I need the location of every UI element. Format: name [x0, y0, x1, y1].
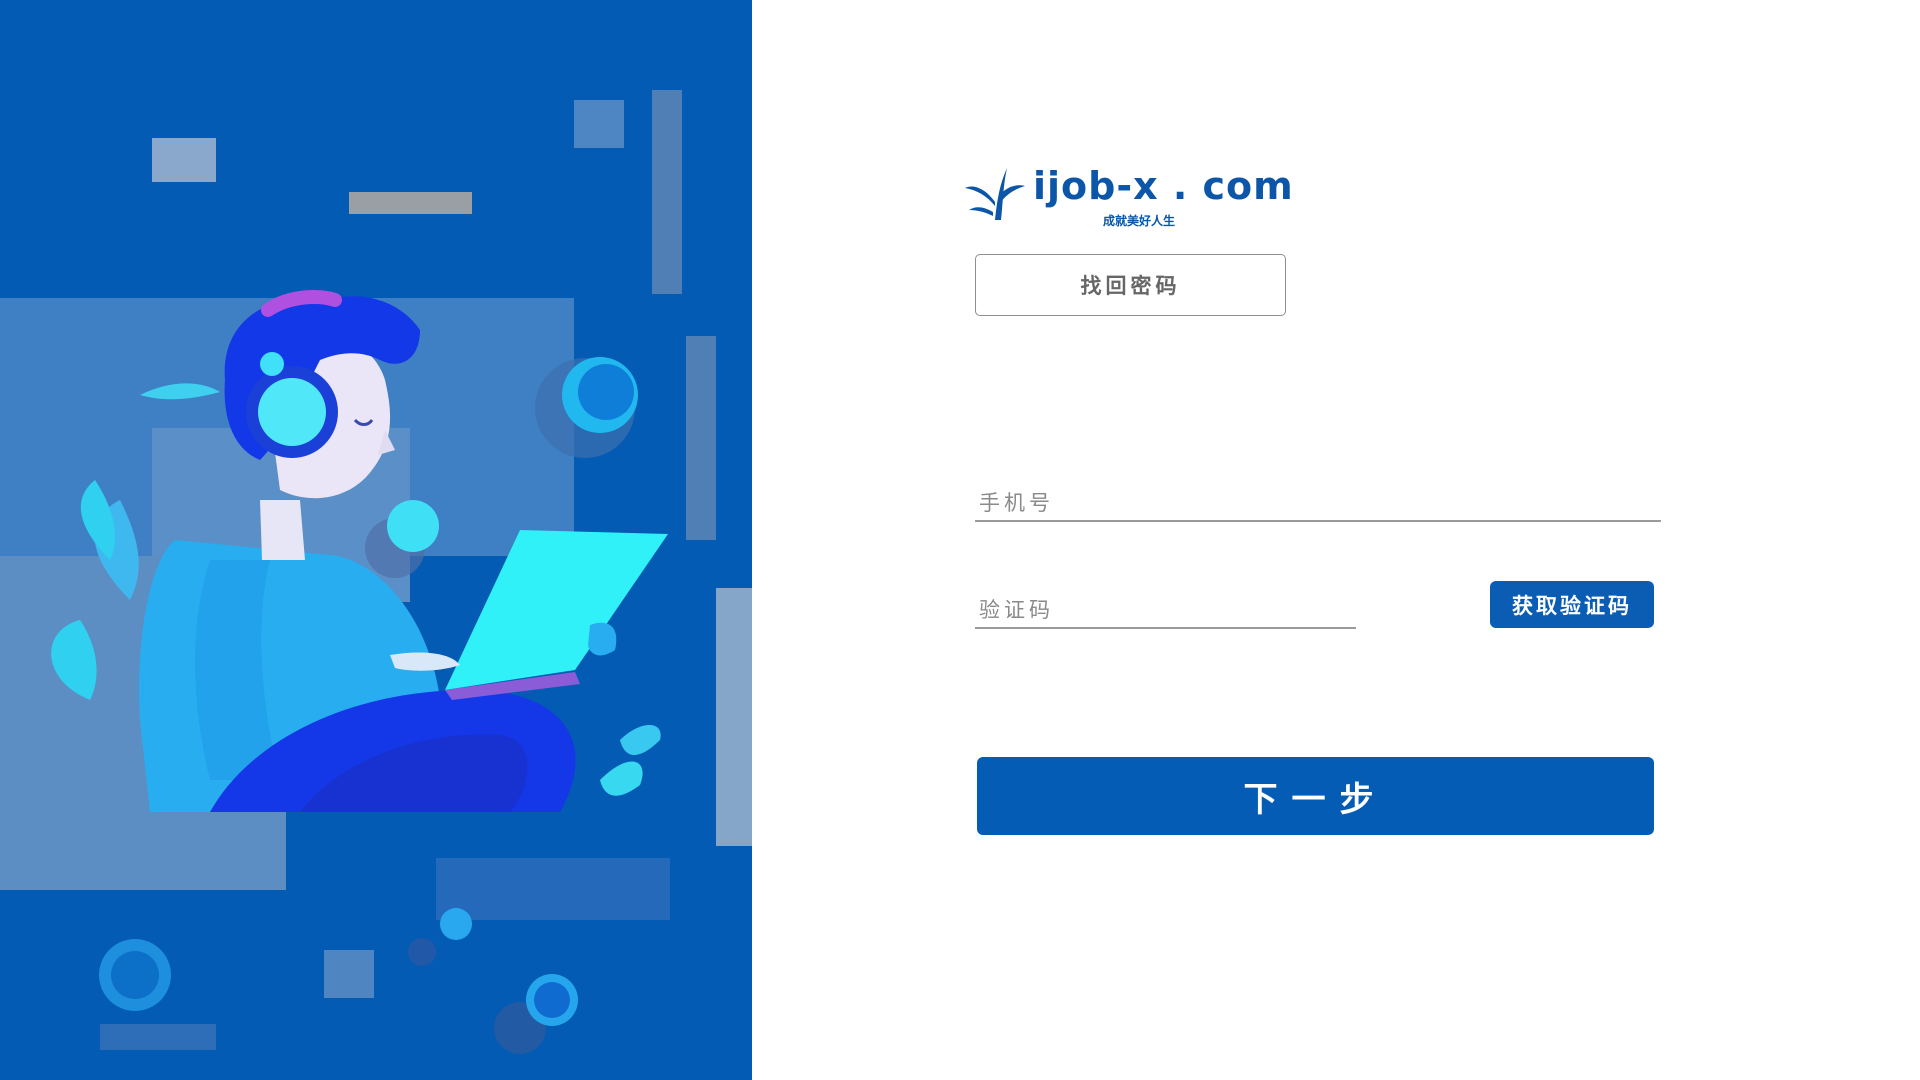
brand-logo: ijob-x . com 成就美好人生 — [963, 160, 1293, 234]
login-page: ijob-x . com 成就美好人生 找回密码 获取验证码 下一步 — [0, 0, 1920, 1080]
logo-text: ijob-x . com — [1033, 164, 1294, 208]
get-code-button[interactable]: 获取验证码 — [1490, 581, 1654, 628]
next-step-button[interactable]: 下一步 — [977, 757, 1654, 835]
retrieve-password-button[interactable]: 找回密码 — [975, 254, 1286, 316]
sprout-icon — [965, 168, 1025, 220]
person-illustration — [51, 290, 668, 1054]
illustration-panel — [0, 0, 752, 1080]
phone-field — [975, 486, 1661, 522]
verification-code-input[interactable] — [975, 593, 1356, 627]
code-field — [975, 593, 1356, 629]
phone-input[interactable] — [975, 486, 1661, 520]
logo-slogan: 成就美好人生 — [1103, 214, 1176, 228]
